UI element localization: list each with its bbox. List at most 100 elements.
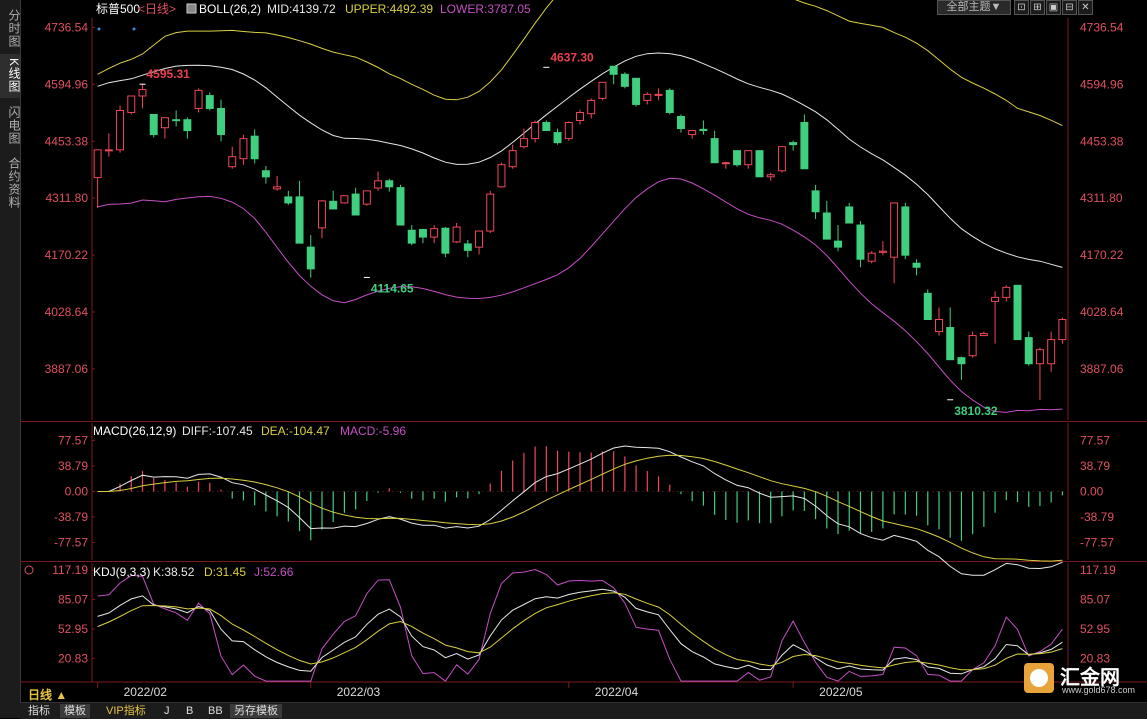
indicator-color-icon — [186, 3, 197, 14]
kdj-k: K:38.52 — [153, 565, 195, 579]
candle-body — [519, 138, 528, 148]
candle-body — [957, 357, 966, 365]
candle-body — [463, 243, 472, 251]
candle-body — [1024, 337, 1033, 365]
candle-body — [407, 229, 416, 244]
candle-body — [935, 319, 943, 333]
period-label[interactable]: <日线> — [138, 2, 176, 16]
tab-vip-indicators[interactable]: VIP指标 — [102, 704, 150, 718]
tab-j[interactable]: J — [160, 704, 174, 718]
tab-contract-info[interactable]: 合约资料 — [0, 152, 21, 214]
macd-tick-right: 77.57 — [1080, 433, 1110, 447]
price-tick-right: 4170.22 — [1080, 248, 1124, 262]
kdj-j: J:52.66 — [254, 565, 294, 579]
marker-dot — [132, 27, 136, 31]
boll-lower-line — [97, 177, 1063, 413]
kdj-k-line — [97, 588, 1063, 675]
boll-label[interactable]: BOLL(26,2) — [199, 2, 261, 16]
tab-save-template[interactable]: 另存模板 — [230, 704, 282, 718]
candle-body — [946, 327, 955, 361]
candle-body — [306, 246, 315, 270]
tab-bb[interactable]: BB — [204, 704, 227, 718]
period-tab[interactable]: 日线 ▲ — [28, 686, 67, 703]
kdj-tick-right: 52.95 — [1080, 622, 1110, 636]
kdj-tick-right: 85.07 — [1080, 593, 1110, 607]
macd-diff: DIFF:-107.45 — [182, 424, 253, 438]
tab-indicators[interactable]: 指标 — [24, 704, 54, 718]
candle-body — [991, 296, 1000, 302]
price-tick-right: 4594.96 — [1080, 77, 1124, 91]
macd-tick-left: 0.00 — [65, 485, 89, 499]
candle-body — [351, 193, 360, 216]
candle-body — [228, 156, 237, 168]
tab-flash[interactable]: 闪电图 — [0, 100, 21, 150]
candle-body — [834, 240, 843, 248]
candle-body — [317, 200, 326, 229]
candle-body — [553, 132, 562, 144]
gold678-logo: 汇金网 www.gold678.com — [1024, 659, 1136, 697]
candle-body — [138, 89, 147, 97]
candle-body — [609, 65, 618, 75]
tab-template[interactable]: 模板 — [60, 704, 90, 718]
candle-body — [329, 200, 338, 210]
candle-body — [542, 122, 551, 132]
price-tick-left: 4028.64 — [45, 305, 89, 319]
candle-body — [385, 180, 394, 188]
candle-body — [822, 212, 831, 240]
left-sidebar: 分时图 K线图 闪电图 合约资料 — [0, 0, 21, 718]
candle-body — [800, 122, 809, 170]
macd-title[interactable]: MACD(26,12,9) — [93, 424, 176, 438]
kdj-tick-left: 20.83 — [58, 651, 88, 665]
candle-body — [890, 202, 899, 258]
candle-body — [217, 107, 225, 136]
bottom-toolbar: 指标 模板 VIP指标 J B BB 另存模板 — [20, 702, 1147, 719]
candle-body — [744, 150, 753, 166]
candle-body — [676, 115, 685, 130]
candle-body — [430, 228, 439, 238]
candle-body — [374, 180, 383, 189]
candle-body — [1047, 339, 1056, 365]
price-tick-left: 4736.54 — [45, 20, 89, 34]
candle-body — [205, 95, 214, 109]
candle-body — [104, 149, 113, 152]
tab-kline[interactable]: K线图 — [0, 54, 21, 98]
candle-body — [340, 195, 349, 204]
candle-body — [1035, 349, 1044, 365]
kdj-settings-icon[interactable] — [24, 565, 34, 575]
macd-tick-left: -77.57 — [54, 536, 88, 550]
candle-body — [295, 196, 304, 244]
tab-timeshare[interactable]: 分时图 — [0, 4, 21, 52]
kdj-title[interactable]: KDJ(9,3,3) — [93, 565, 150, 579]
macd-value: MACD:-5.96 — [340, 424, 406, 438]
candle-body — [766, 174, 775, 178]
candle-body — [901, 206, 910, 256]
candle-body — [250, 135, 259, 160]
candle-body — [396, 187, 405, 226]
boll-lower: LOWER:3787.05 — [440, 2, 531, 16]
macd-tick-right: -38.79 — [1080, 510, 1114, 524]
extreme-label: 4595.31 — [146, 67, 190, 81]
candle-body — [172, 119, 181, 122]
tab-b[interactable]: B — [182, 704, 197, 718]
kline-chart[interactable]: 4595.31 4637.30 4114.65 3810.32 4736.54 4736… — [20, 0, 1147, 702]
kdj-panel — [97, 568, 1063, 682]
candle-body — [643, 93, 652, 101]
candle-body — [587, 99, 596, 115]
candle-body — [194, 89, 203, 109]
candle-body — [721, 162, 730, 165]
logo-icon — [1024, 663, 1054, 693]
candle-body — [1058, 319, 1067, 341]
date-label: 2022/02 — [124, 685, 168, 699]
candle-body — [160, 117, 169, 129]
price-tick-left: 4170.22 — [45, 248, 89, 262]
candle-body — [452, 226, 461, 243]
candle-body — [1002, 286, 1011, 298]
candle-body — [632, 77, 641, 105]
candle-body — [261, 170, 270, 178]
candle-body — [418, 228, 427, 238]
price-tick-right: 4736.54 — [1080, 20, 1124, 34]
candle-body — [733, 150, 742, 166]
candle-body — [127, 95, 136, 113]
extreme-label: 4637.30 — [550, 50, 594, 64]
candle-body — [239, 138, 248, 160]
